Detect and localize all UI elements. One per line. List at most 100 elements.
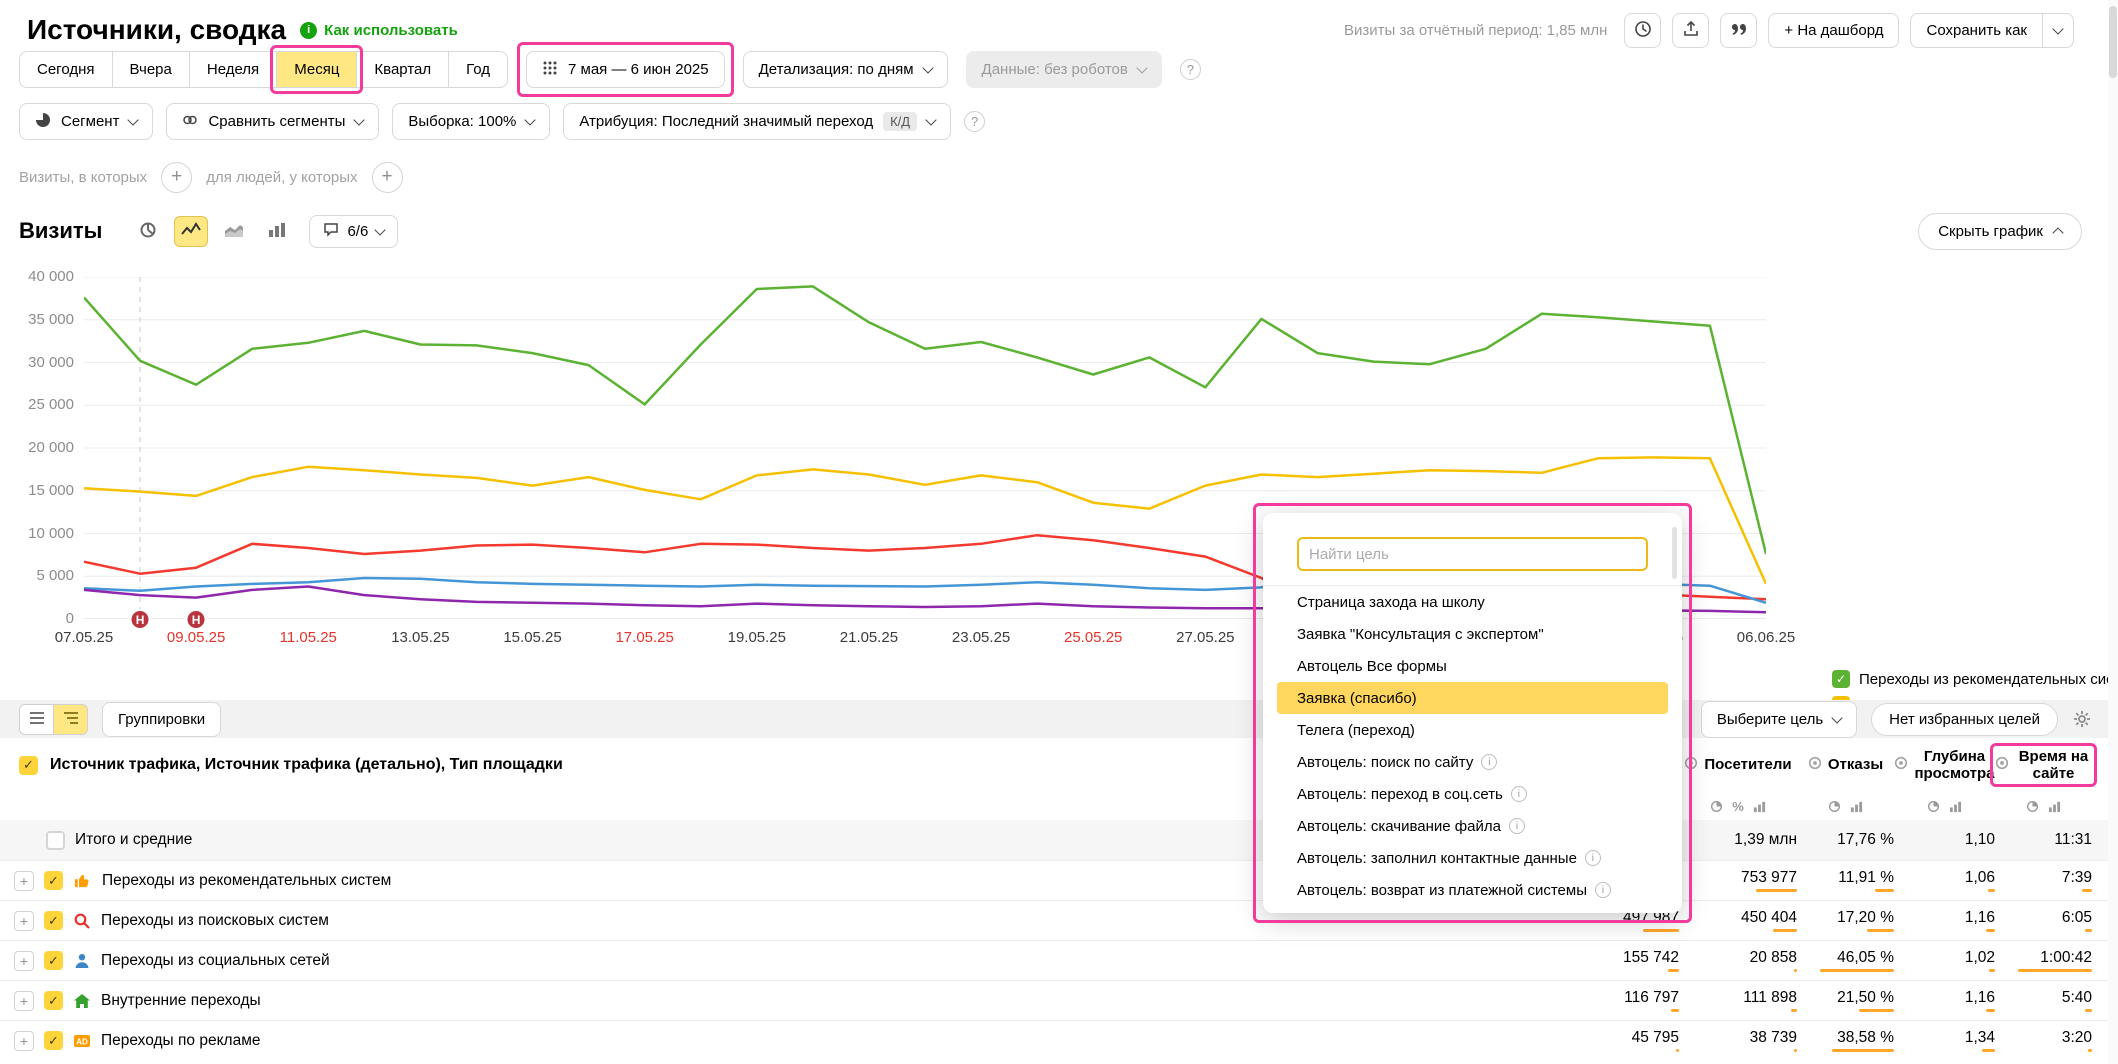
period-tab-Месяц[interactable]: Месяц <box>276 51 357 88</box>
column-header-bounce[interactable]: Отказы <box>1797 756 1894 774</box>
history-button[interactable] <box>1624 13 1661 48</box>
metric-bars-icon[interactable] <box>1949 800 1962 813</box>
metric-pie-icon[interactable] <box>2026 800 2039 813</box>
granularity-dropdown[interactable]: Детализация: по дням <box>743 51 948 88</box>
metric-cell: 753 977 <box>1679 869 1797 893</box>
metric-pie-icon[interactable] <box>1828 800 1841 813</box>
row-label[interactable]: Переходы из поисковых систем <box>101 912 329 930</box>
metric-pie-icon[interactable] <box>1710 800 1723 813</box>
how-to-use-link[interactable]: i Как использовать <box>300 22 458 39</box>
area-chart-view-button[interactable] <box>217 216 251 247</box>
metric-format-cell: % <box>1679 799 1797 814</box>
goal-item[interactable]: Автоцель: заполнил контактные данныеi <box>1263 842 1682 874</box>
goal-item[interactable]: Автоцель Все формы <box>1263 650 1682 682</box>
x-axis-label: 27.05.25 <box>1176 629 1234 646</box>
tree-view-icon <box>63 711 79 728</box>
chevron-down-icon <box>2052 23 2063 34</box>
data-filter-help-icon[interactable]: ? <box>1180 59 1201 80</box>
row-checkbox[interactable]: ✓ <box>44 991 63 1010</box>
groupings-button[interactable]: Группировки <box>102 702 221 737</box>
hide-chart-button[interactable]: Скрыть график <box>1918 213 2082 250</box>
expand-button[interactable]: + <box>14 871 34 891</box>
expand-button[interactable]: + <box>14 1031 34 1051</box>
segment-button[interactable]: Сегмент <box>19 103 153 140</box>
save-as-button[interactable]: Сохранить как <box>1910 13 2074 48</box>
period-tab-Год[interactable]: Год <box>448 51 508 88</box>
goal-item[interactable]: Автоцель: возврат из платежной системыi <box>1263 874 1682 906</box>
export-button[interactable] <box>1672 13 1709 48</box>
chart-title: Визиты <box>19 218 102 244</box>
popup-scrollbar-thumb[interactable] <box>1672 527 1677 579</box>
metric-bars-icon[interactable] <box>1753 800 1766 813</box>
legend-checkbox[interactable]: ✓ <box>1832 670 1850 688</box>
goal-item[interactable]: Телега (переход) <box>1263 714 1682 746</box>
no-favorite-goals-button[interactable]: Нет избранных целей <box>1871 703 2058 736</box>
row-label[interactable]: Переходы по рекламе <box>101 1032 260 1050</box>
scrollbar-thumb[interactable] <box>2109 6 2117 78</box>
period-tab-Вчера[interactable]: Вчера <box>112 51 190 88</box>
row-checkbox[interactable]: ✓ <box>44 911 63 930</box>
metric-percent-icon[interactable]: % <box>1732 799 1744 814</box>
goal-item[interactable]: Заявка (спасибо) <box>1277 682 1668 714</box>
expand-button[interactable]: + <box>14 951 34 971</box>
date-range-picker[interactable]: 7 мая — 6 июн 2025 <box>526 51 725 88</box>
period-tab-Сегодня[interactable]: Сегодня <box>19 51 113 88</box>
attribution-help-icon[interactable]: ? <box>964 111 985 132</box>
row-checkbox[interactable]: ✓ <box>44 1031 63 1050</box>
row-label[interactable]: Переходы из социальных сетей <box>101 952 330 970</box>
metric-pie-icon[interactable] <box>1927 800 1940 813</box>
comments-button[interactable] <box>1720 13 1757 48</box>
goal-item[interactable]: Автоцель: скачивание файлаi <box>1263 810 1682 842</box>
line-chart-view-button[interactable] <box>174 216 208 247</box>
row-label[interactable]: Внутренние переходы <box>101 992 261 1010</box>
x-axis-label: 11.05.25 <box>280 629 337 646</box>
export-icon <box>1682 20 1700 41</box>
column-header-depth[interactable]: Глубина просмотра <box>1894 748 1995 783</box>
sampling-dropdown[interactable]: Выборка: 100% <box>392 103 550 140</box>
value-bar <box>1820 969 1894 972</box>
compare-segments-button[interactable]: Сравнить сегменты <box>166 103 379 140</box>
goal-item-label: Страница захода на школу <box>1297 594 1485 611</box>
row-checkbox[interactable]: ✓ <box>44 871 63 890</box>
data-filter-dropdown[interactable]: Данные: без роботов <box>966 51 1162 88</box>
metric-bars-icon[interactable] <box>1850 800 1863 813</box>
select-all-checkbox[interactable]: ✓ <box>19 756 38 775</box>
list-view-button[interactable] <box>19 704 54 735</box>
metric-cell: 45 795 <box>1529 1029 1679 1053</box>
metrics-selector-button[interactable]: 6/6 <box>309 215 398 248</box>
row-checkbox[interactable]: ✓ <box>44 951 63 970</box>
save-as-menu-toggle[interactable] <box>2043 14 2073 47</box>
expand-button[interactable]: + <box>14 911 34 931</box>
column-header-visitors[interactable]: Посетители <box>1679 756 1797 774</box>
legend-item[interactable]: ✓Переходы из рекомендательных систем <box>1832 666 2118 692</box>
period-tab-Неделя[interactable]: Неделя <box>189 51 277 88</box>
header-actions: Визиты за отчётный период: 1,85 млн + На… <box>1344 13 2074 48</box>
y-axis-label: 25 000 <box>2 396 74 413</box>
expand-button[interactable]: + <box>14 991 34 1011</box>
columns-view-button[interactable] <box>260 216 294 247</box>
goal-item[interactable]: Автоцель: поиск по сайтуi <box>1263 746 1682 778</box>
tree-view-button[interactable] <box>53 704 88 735</box>
metric-bars-icon[interactable] <box>2048 800 2061 813</box>
goal-search-input[interactable] <box>1297 537 1648 571</box>
row-checkbox[interactable] <box>46 831 65 850</box>
column-header-time[interactable]: Время на сайте <box>1995 748 2092 783</box>
attribution-dropdown[interactable]: Атрибуция: Последний значимый переход К/… <box>563 103 951 140</box>
goal-item-label: Автоцель: переход в соц.сеть <box>1297 786 1503 803</box>
add-to-dashboard-button[interactable]: + На дашборд <box>1768 13 1899 48</box>
pie-chart-view-button[interactable] <box>131 216 165 247</box>
quotes-icon <box>1730 20 1748 41</box>
metric-cell: 20 858 <box>1679 949 1797 973</box>
goal-item[interactable]: Заявка "Консультация с экспертом" <box>1263 618 1682 650</box>
x-axis-label: 21.05.25 <box>840 629 898 646</box>
add-people-filter-button[interactable]: + <box>372 162 403 193</box>
goal-item[interactable]: Автоцель: переход в соц.сетьi <box>1263 778 1682 810</box>
period-tab-Квартал[interactable]: Квартал <box>356 51 449 88</box>
settings-gear-icon[interactable] <box>2072 709 2092 729</box>
add-visit-filter-button[interactable]: + <box>161 162 192 193</box>
goal-search-wrap <box>1263 513 1682 585</box>
page-scrollbar[interactable] <box>2108 0 2118 1064</box>
goal-item[interactable]: Страница захода на школу <box>1263 586 1682 618</box>
choose-goal-dropdown[interactable]: Выберите цель <box>1701 701 1857 738</box>
row-label[interactable]: Переходы из рекомендательных систем <box>102 872 391 890</box>
